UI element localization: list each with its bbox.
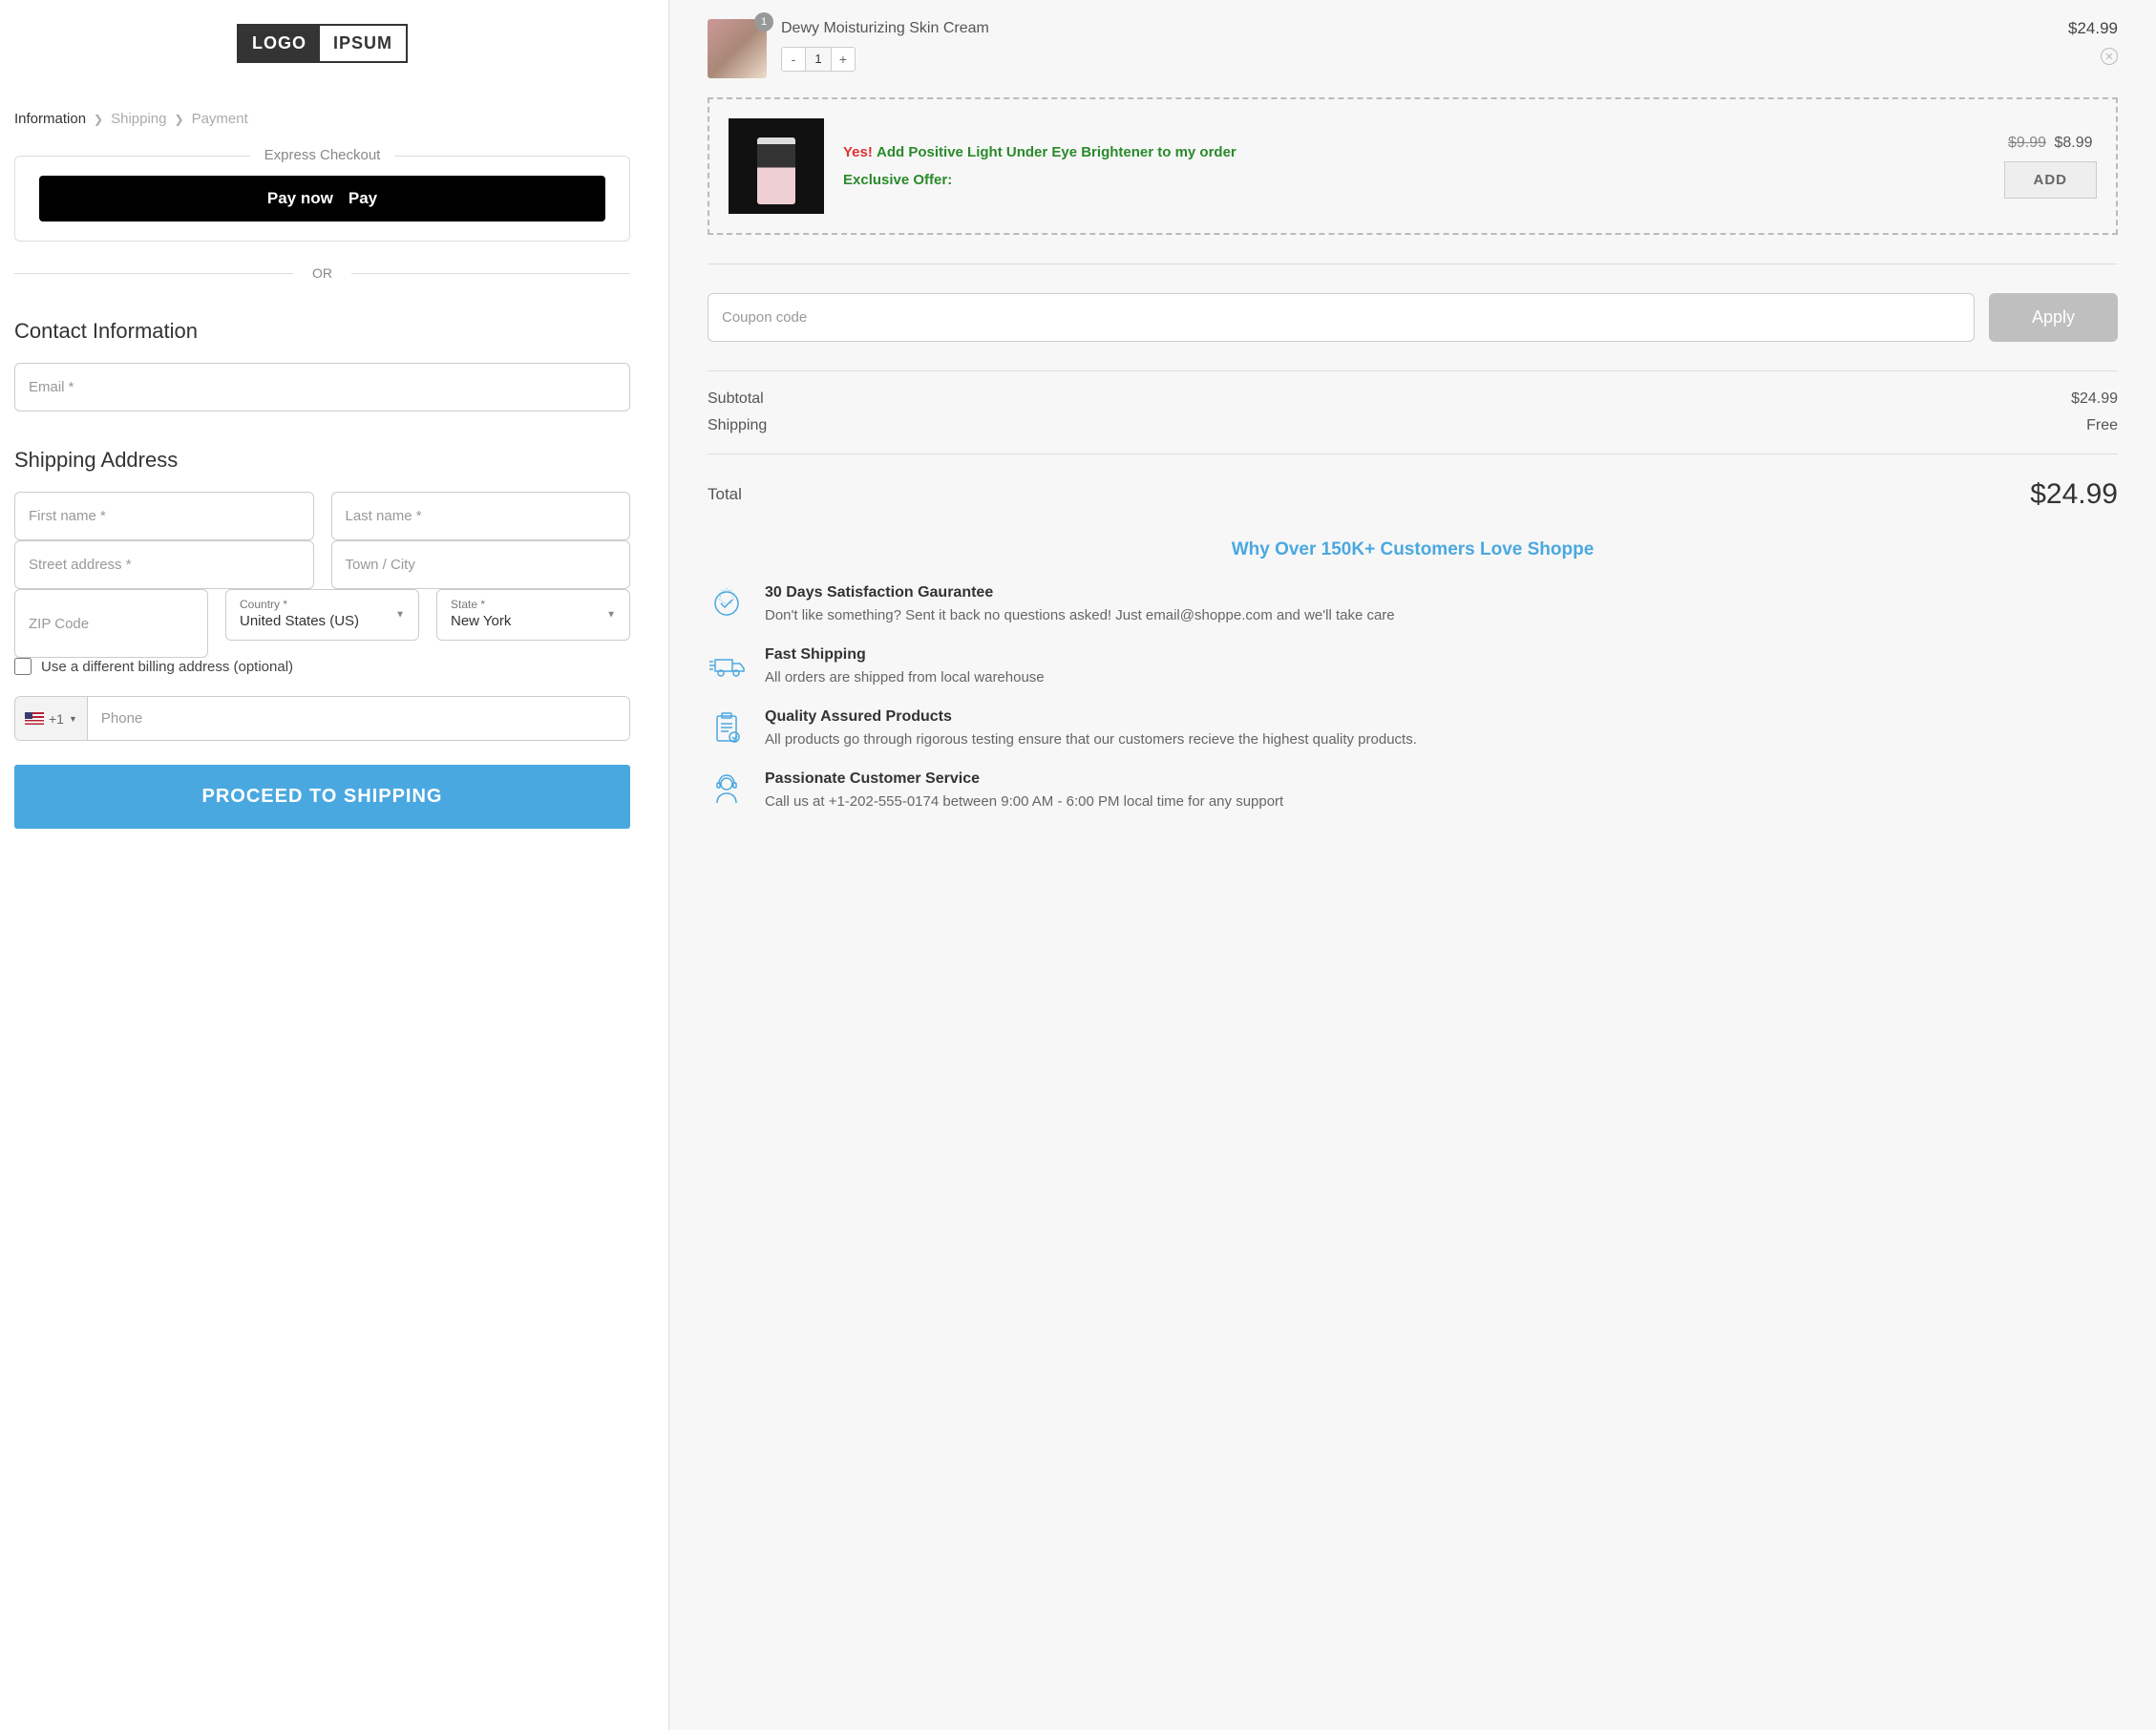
logo-left: LOGO: [239, 26, 320, 61]
upsell-exclusive: Exclusive Offer:: [843, 170, 1985, 190]
qty-increase-button[interactable]: +: [832, 48, 855, 71]
clipboard-icon: [708, 708, 746, 747]
quantity-stepper: - 1 +: [781, 47, 856, 72]
upsell-yes: Yes!: [843, 144, 873, 160]
apple-pay-button[interactable]: Pay now Pay: [39, 176, 605, 222]
benefit-text: All products go through rigorous testing…: [765, 729, 1417, 749]
upsell-new-price: $8.99: [2054, 135, 2092, 151]
email-field[interactable]: [14, 363, 630, 411]
street-address-field[interactable]: [14, 540, 314, 589]
benefit-title: Fast Shipping: [765, 646, 1045, 664]
last-name-field[interactable]: [331, 492, 631, 540]
qty-value: 1: [805, 48, 832, 71]
benefit-text: All orders are shipped from local wareho…: [765, 667, 1045, 687]
phone-prefix: +1: [49, 711, 64, 727]
country-value: United States (US): [240, 613, 359, 629]
remove-item-button[interactable]: ✕: [2101, 48, 2118, 65]
coupon-input[interactable]: [708, 293, 1975, 342]
logo-right: IPSUM: [320, 26, 406, 61]
chevron-down-icon: ▼: [606, 610, 616, 621]
benefit-quality: Quality Assured Products All products go…: [708, 708, 2118, 749]
state-label: State *: [451, 598, 616, 611]
state-value: New York: [451, 613, 511, 629]
or-divider: OR: [14, 265, 630, 281]
upsell-add-button[interactable]: ADD: [2004, 161, 2098, 199]
breadcrumb-payment[interactable]: Payment: [192, 111, 248, 127]
country-select[interactable]: Country * United States (US) ▼: [225, 589, 419, 641]
phone-field[interactable]: [88, 697, 629, 740]
chevron-down-icon: ▼: [69, 714, 77, 724]
apple-pay-label: Pay: [349, 189, 377, 208]
breadcrumb-information[interactable]: Information: [14, 111, 86, 127]
state-select[interactable]: State * New York ▼: [436, 589, 630, 641]
first-name-field[interactable]: [14, 492, 314, 540]
breadcrumb-shipping[interactable]: Shipping: [111, 111, 166, 127]
cart-item-price: $24.99: [2068, 19, 2118, 38]
different-billing-checkbox[interactable]: [14, 658, 32, 675]
benefit-support: Passionate Customer Service Call us at +…: [708, 770, 2118, 812]
truck-icon: [708, 646, 746, 685]
benefit-title: Quality Assured Products: [765, 708, 1417, 726]
contact-info-title: Contact Information: [14, 319, 630, 344]
pay-now-label: Pay now: [267, 189, 333, 208]
logo: LOGOIPSUM: [14, 24, 630, 63]
different-billing-label: Use a different billing address (optiona…: [41, 659, 293, 675]
upsell-offer: Yes! Add Positive Light Under Eye Bright…: [708, 97, 2118, 235]
chevron-right-icon: ❯: [175, 113, 184, 126]
zip-field[interactable]: [14, 589, 208, 658]
express-checkout-box: Express Checkout Pay now Pay: [14, 156, 630, 242]
benefit-title: Passionate Customer Service: [765, 770, 1283, 788]
breadcrumb: Information ❯ Shipping ❯ Payment: [14, 111, 630, 127]
cart-item-image: 1: [708, 19, 767, 78]
guarantee-icon: [708, 584, 746, 622]
divider: [708, 370, 2118, 371]
qty-decrease-button[interactable]: -: [782, 48, 805, 71]
cart-item: 1 Dewy Moisturizing Skin Cream - 1 + $24…: [708, 19, 2118, 78]
express-checkout-label: Express Checkout: [250, 147, 395, 163]
support-agent-icon: [708, 770, 746, 809]
apply-coupon-button[interactable]: Apply: [1989, 293, 2118, 342]
shipping-label: Shipping: [708, 417, 767, 434]
benefit-shipping: Fast Shipping All orders are shipped fro…: [708, 646, 2118, 687]
benefit-text: Don't like something? Sent it back no qu…: [765, 605, 1395, 625]
benefit-title: 30 Days Satisfaction Gaurantee: [765, 584, 1395, 601]
proceed-to-shipping-button[interactable]: PROCEED TO SHIPPING: [14, 765, 630, 829]
shipping-address-title: Shipping Address: [14, 448, 630, 473]
or-label: OR: [312, 265, 332, 281]
total-value: $24.99: [2030, 478, 2118, 511]
cart-item-title: Dewy Moisturizing Skin Cream: [781, 19, 2054, 39]
shipping-value: Free: [2086, 417, 2118, 434]
upsell-old-price: $9.99: [2008, 135, 2046, 151]
upsell-image: [729, 118, 824, 214]
benefit-guarantee: 30 Days Satisfaction Gaurantee Don't lik…: [708, 584, 2118, 625]
upsell-text: Add Positive Light Under Eye Brightener …: [877, 144, 1237, 160]
subtotal-label: Subtotal: [708, 390, 764, 408]
country-label: Country *: [240, 598, 405, 611]
phone-field-group: +1 ▼: [14, 696, 630, 741]
phone-country-select[interactable]: +1 ▼: [15, 697, 88, 740]
different-billing-checkbox-row[interactable]: Use a different billing address (optiona…: [14, 658, 630, 675]
benefit-text: Call us at +1-202-555-0174 between 9:00 …: [765, 791, 1283, 812]
cart-item-badge: 1: [754, 12, 773, 32]
city-field[interactable]: [331, 540, 631, 589]
total-label: Total: [708, 485, 742, 504]
us-flag-icon: [25, 712, 44, 725]
subtotal-value: $24.99: [2071, 390, 2118, 408]
chevron-down-icon: ▼: [395, 610, 405, 621]
chevron-right-icon: ❯: [94, 113, 103, 126]
why-customers-love-title: Why Over 150K+ Customers Love Shoppe: [708, 539, 2118, 560]
